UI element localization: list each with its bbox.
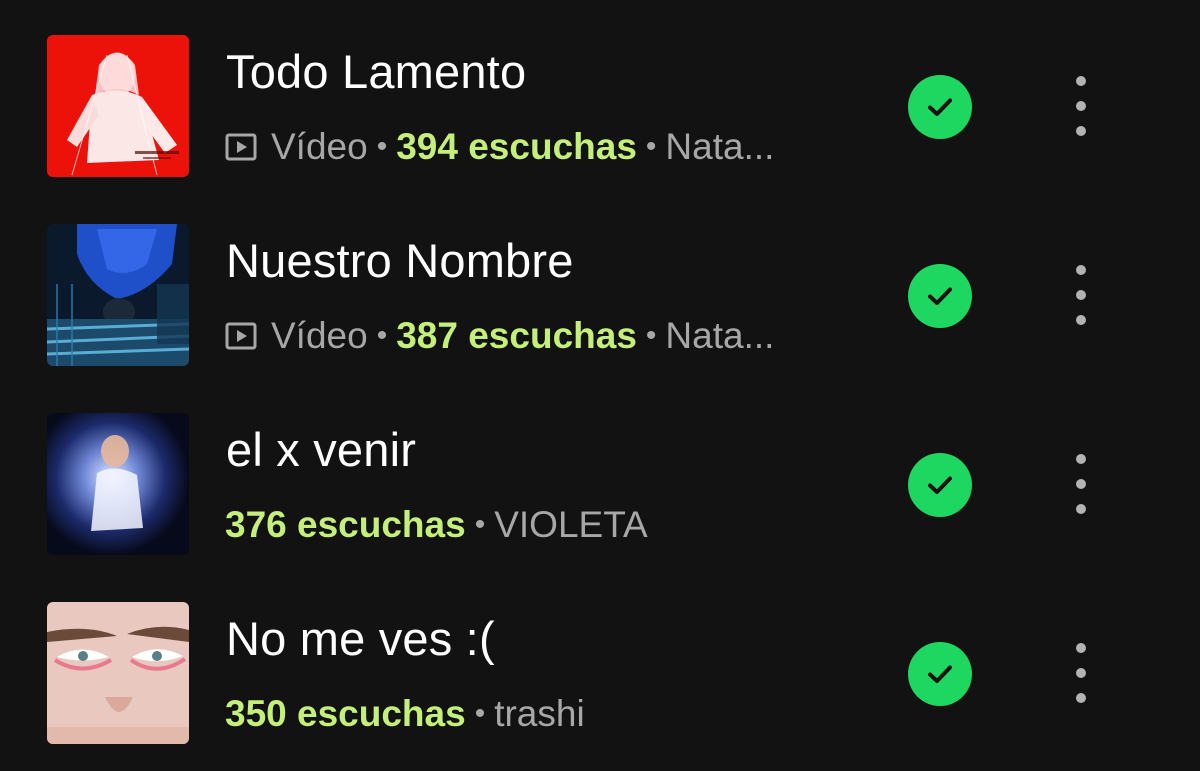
more-dot	[1076, 290, 1086, 300]
more-options-icon[interactable]	[1066, 454, 1096, 514]
play-count: 376 escuchas	[225, 504, 466, 545]
more-dot	[1076, 101, 1086, 111]
track-type-label: Vídeo	[271, 315, 368, 356]
more-options-icon[interactable]	[1066, 643, 1096, 703]
track-title: No me ves :(	[226, 612, 495, 665]
separator-dot: •	[474, 508, 486, 541]
track-title: el x venir	[226, 423, 417, 476]
more-dot	[1076, 643, 1086, 653]
album-cover	[47, 224, 189, 366]
more-dot	[1076, 265, 1086, 275]
separator-dot: •	[645, 130, 657, 163]
separator-dot: •	[376, 130, 388, 163]
more-dot	[1076, 315, 1086, 325]
separator-dot: •	[645, 319, 657, 352]
more-dot	[1076, 693, 1086, 703]
video-play-icon	[225, 320, 257, 352]
more-options-icon[interactable]	[1066, 76, 1096, 136]
play-count: 350 escuchas	[225, 693, 466, 734]
downloaded-checkmark-icon[interactable]	[908, 264, 972, 328]
play-count: 387 escuchas	[396, 315, 637, 356]
track-title: Nuestro Nombre	[226, 234, 574, 287]
track-row[interactable]: Todo Lamento Vídeo • 394 escuchas • Nata…	[0, 0, 1200, 189]
track-row[interactable]: No me ves :( 350 escuchas • trashi	[0, 567, 1200, 756]
album-cover	[47, 413, 189, 555]
more-dot	[1076, 668, 1086, 678]
track-row[interactable]: Nuestro Nombre Vídeo • 387 escuchas • Na…	[0, 189, 1200, 378]
more-dot	[1076, 479, 1086, 489]
video-play-icon	[225, 131, 257, 163]
track-list: Todo Lamento Vídeo • 394 escuchas • Nata…	[0, 0, 1200, 771]
track-artist[interactable]: Nata...	[665, 126, 774, 168]
more-dot	[1076, 126, 1086, 136]
downloaded-checkmark-icon[interactable]	[908, 642, 972, 706]
track-meta: 350 escuchas • trashi	[225, 693, 585, 735]
more-options-icon[interactable]	[1066, 265, 1096, 325]
track-row[interactable]: el x venir 376 escuchas • VIOLETA	[0, 378, 1200, 567]
track-meta: Vídeo • 387 escuchas • Nata...	[225, 315, 774, 357]
track-type-label: Vídeo	[271, 126, 368, 167]
track-album[interactable]: VIOLETA	[494, 504, 648, 546]
album-cover	[47, 602, 189, 744]
separator-dot: •	[376, 319, 388, 352]
track-title: Todo Lamento	[226, 45, 527, 98]
play-count: 394 escuchas	[396, 126, 637, 167]
more-dot	[1076, 504, 1086, 514]
track-meta: 376 escuchas • VIOLETA	[225, 504, 648, 546]
track-album[interactable]: trashi	[494, 693, 584, 735]
more-dot	[1076, 454, 1086, 464]
more-dot	[1076, 76, 1086, 86]
track-meta: Vídeo • 394 escuchas • Nata...	[225, 126, 774, 168]
downloaded-checkmark-icon[interactable]	[908, 75, 972, 139]
downloaded-checkmark-icon[interactable]	[908, 453, 972, 517]
separator-dot: •	[474, 697, 486, 730]
album-cover	[47, 35, 189, 177]
track-artist[interactable]: Nata...	[665, 315, 774, 357]
